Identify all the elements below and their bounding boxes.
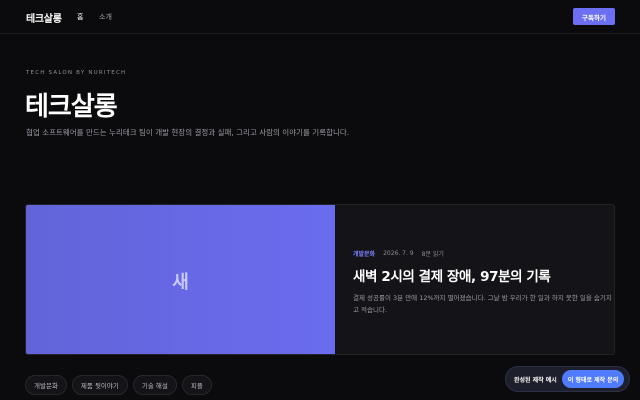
toast-label: 완성된 제작 예시 (514, 376, 557, 384)
post-read-time: 8분 읽기 (421, 251, 444, 258)
category-chip[interactable]: 제품 뒷이야기 (71, 375, 128, 395)
category-chip[interactable]: 기술 해설 (132, 375, 177, 395)
hero-description: 협업 소프트웨어를 만드는 누리테크 팀이 개발 현장의 결정과 실패, 그리고… (26, 128, 350, 137)
post-date: 2026. 7. 9 (383, 250, 414, 257)
post-meta: 개발문화 2026. 7. 9 8분 읽기 (353, 249, 444, 258)
demo-toast: 완성된 제작 예시 이 형태로 제작 문의 (505, 366, 630, 392)
category-filter: 개발문화 제품 뒷이야기 기술 해설 피플 (25, 375, 212, 395)
nav-link-home[interactable]: 홈 (77, 12, 83, 22)
hero-kicker: TECH SALON BY NURITECH (26, 70, 127, 76)
subscribe-button[interactable]: 구독하기 (573, 8, 615, 25)
nav-link-about[interactable]: 소개 (99, 12, 112, 22)
page-title: 테크살롱 (25, 92, 118, 122)
thumbnail-initial: 새 (172, 271, 189, 293)
featured-post-card[interactable]: 새 개발문화 2026. 7. 9 8분 읽기 새벽 2시의 결제 장애, 97… (25, 204, 615, 355)
featured-post-excerpt: 결제 성공률이 3분 만에 12%까지 떨어졌습니다. 그날 밤 우리가 한 일… (353, 294, 615, 314)
post-category[interactable]: 개발문화 (353, 249, 375, 258)
category-chip[interactable]: 피플 (181, 375, 212, 395)
featured-thumbnail[interactable]: 새 (26, 205, 335, 354)
category-chip[interactable]: 개발문화 (25, 375, 67, 395)
featured-post-title[interactable]: 새벽 2시의 결제 장애, 97분의 기록 (353, 265, 603, 285)
inquiry-button[interactable]: 이 형태로 제작 문의 (561, 370, 625, 388)
brand-logo[interactable]: 테크살롱 (26, 10, 62, 25)
top-nav: 테크살롱 홈 소개 구독하기 (0, 0, 640, 34)
